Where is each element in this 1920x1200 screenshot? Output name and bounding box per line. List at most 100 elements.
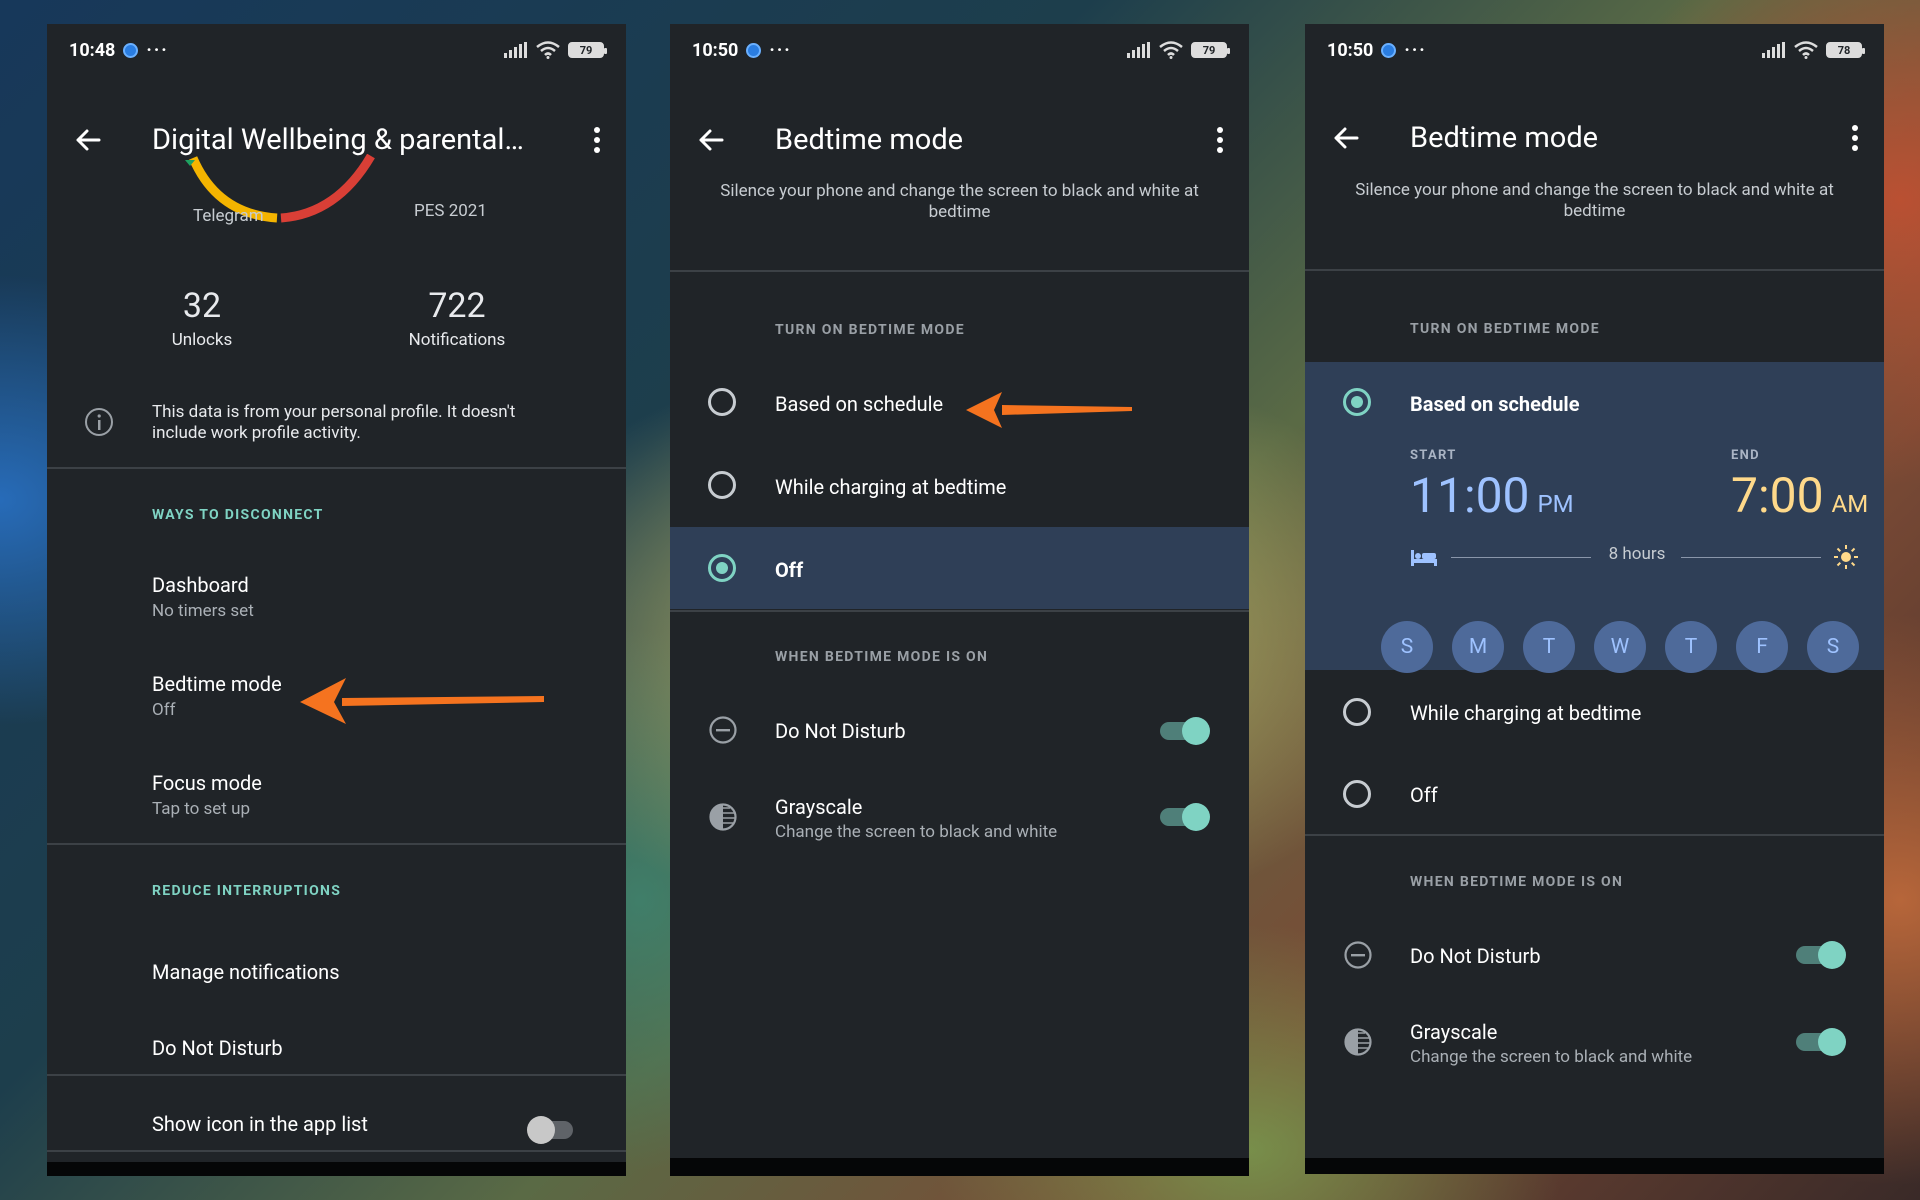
status-bar: 10:48 ··· 79	[47, 24, 626, 76]
page-title: Bedtime mode	[775, 123, 964, 157]
unlocks-value: 32	[182, 286, 222, 326]
sun-icon	[1834, 545, 1858, 569]
status-time: 10:50	[1327, 39, 1374, 61]
signal-icon	[504, 42, 527, 58]
divider	[47, 1074, 626, 1076]
back-arrow-icon[interactable]	[696, 125, 726, 155]
screen-digital-wellbeing: 10:48 ··· 79 Digital Wellbeing & parenta…	[47, 24, 626, 1176]
more-notifications-icon: ···	[1404, 39, 1427, 61]
day-sunday-button[interactable]: S	[1381, 621, 1433, 673]
app-bar: Bedtime mode	[670, 112, 1249, 168]
back-arrow-icon[interactable]	[1331, 123, 1361, 153]
more-vert-icon[interactable]	[1215, 125, 1225, 155]
bedtime-description: Silence your phone and change the screen…	[1355, 180, 1834, 221]
page-title: Digital Wellbeing & parental…	[152, 123, 524, 157]
grayscale-icon	[709, 803, 737, 831]
back-arrow-icon[interactable]	[73, 125, 103, 155]
turn-on-header: TURN ON BEDTIME MODE	[1410, 321, 1600, 337]
notification-app-icon	[746, 42, 762, 58]
annotation-arrow	[300, 678, 544, 724]
chart-segment-pes	[280, 154, 375, 223]
notifications-value: 722	[428, 286, 486, 326]
navigation-bar	[670, 1158, 1249, 1176]
battery-icon: 78	[1826, 42, 1865, 58]
option-label: Based on schedule	[1410, 392, 1580, 416]
reduce-interruptions-header: REDUCE INTERRUPTIONS	[152, 883, 342, 899]
end-time-picker[interactable]: 7:00 AM	[1731, 467, 1868, 524]
annotation-arrow	[966, 392, 1132, 428]
radio-button[interactable]	[708, 471, 736, 499]
divider	[47, 467, 626, 469]
notification-app-icon	[123, 42, 139, 58]
grayscale-toggle[interactable]	[1796, 1028, 1846, 1056]
grayscale-subtitle: Change the screen to black and white	[1410, 1047, 1693, 1067]
notification-app-icon	[1381, 42, 1397, 58]
bedtime-mode-subtitle: Off	[152, 700, 176, 720]
grayscale-icon	[1344, 1028, 1372, 1056]
profile-info-text: This data is from your personal profile.…	[152, 402, 516, 443]
battery-icon: 79	[568, 42, 607, 58]
chart-label-pes: PES 2021	[414, 201, 487, 221]
grayscale-label: Grayscale	[1410, 1020, 1498, 1044]
radio-button[interactable]	[1343, 780, 1371, 808]
chart-label-telegram: Telegram	[193, 206, 264, 226]
dnd-toggle[interactable]	[1160, 717, 1210, 745]
option-off[interactable]: Off	[670, 527, 1249, 609]
status-bar: 10:50 ··· 79	[670, 24, 1249, 76]
manage-notifications-item[interactable]: Manage notifications	[152, 960, 340, 984]
end-label: END	[1731, 448, 1760, 463]
more-vert-icon[interactable]	[592, 125, 602, 155]
day-tuesday-button[interactable]: T	[1523, 621, 1575, 673]
divider	[1305, 269, 1884, 271]
divider	[47, 1150, 626, 1152]
day-saturday-button[interactable]: S	[1807, 621, 1859, 673]
duration-line-left	[1451, 557, 1591, 558]
day-wednesday-button[interactable]: W	[1594, 621, 1646, 673]
option-label: Off	[1410, 783, 1438, 807]
show-icon-label: Show icon in the app list	[152, 1112, 368, 1136]
option-label: Based on schedule	[775, 392, 944, 416]
day-thursday-button[interactable]: T	[1665, 621, 1717, 673]
day-friday-button[interactable]: F	[1736, 621, 1788, 673]
navigation-bar	[1305, 1158, 1884, 1174]
dnd-label: Do Not Disturb	[775, 719, 906, 743]
status-bar: 10:50 ··· 78	[1305, 24, 1884, 76]
radio-button[interactable]	[708, 388, 736, 416]
more-vert-icon[interactable]	[1850, 123, 1860, 153]
dnd-toggle[interactable]	[1796, 941, 1846, 969]
do-not-disturb-item[interactable]: Do Not Disturb	[152, 1036, 283, 1060]
when-on-header: WHEN BEDTIME MODE IS ON	[775, 649, 989, 665]
radio-button-selected[interactable]	[708, 554, 736, 582]
grayscale-toggle[interactable]	[1160, 803, 1210, 831]
app-bar: Bedtime mode	[1305, 110, 1884, 166]
signal-icon	[1762, 42, 1785, 58]
more-notifications-icon: ···	[769, 39, 792, 61]
bedtime-description: Silence your phone and change the screen…	[720, 181, 1199, 222]
grayscale-subtitle: Change the screen to black and white	[775, 822, 1058, 842]
screen-bedtime-mode-off: 10:50 ··· 79 Bedtime mode Silence your p…	[670, 24, 1249, 1176]
wifi-icon	[1794, 41, 1818, 59]
turn-on-header: TURN ON BEDTIME MODE	[775, 322, 965, 338]
usage-donut-chart[interactable]	[177, 154, 517, 244]
when-on-header: WHEN BEDTIME MODE IS ON	[1410, 874, 1624, 890]
day-monday-button[interactable]: M	[1452, 621, 1504, 673]
more-notifications-icon: ···	[146, 39, 169, 61]
radio-button[interactable]	[1343, 698, 1371, 726]
start-time-picker[interactable]: 11:00 PM	[1410, 467, 1574, 524]
radio-button-selected[interactable]	[1343, 388, 1371, 416]
option-label: While charging at bedtime	[1410, 701, 1642, 725]
info-icon	[85, 408, 113, 436]
status-time: 10:48	[69, 39, 116, 61]
page-title: Bedtime mode	[1410, 121, 1599, 155]
option-based-on-schedule[interactable]: Based on schedule START 11:00 PM END 7:0…	[1305, 362, 1884, 670]
ways-to-disconnect-header: WAYS TO DISCONNECT	[152, 507, 324, 523]
signal-icon	[1127, 42, 1150, 58]
show-icon-toggle[interactable]	[527, 1116, 575, 1144]
wifi-icon	[1159, 41, 1183, 59]
start-time: 11:00	[1410, 467, 1530, 524]
battery-icon: 79	[1191, 42, 1230, 58]
dnd-label: Do Not Disturb	[1410, 944, 1541, 968]
option-label: Off	[775, 558, 804, 582]
dashboard-subtitle: No timers set	[152, 601, 254, 621]
notifications-stat: 722 Notifications	[392, 286, 522, 350]
